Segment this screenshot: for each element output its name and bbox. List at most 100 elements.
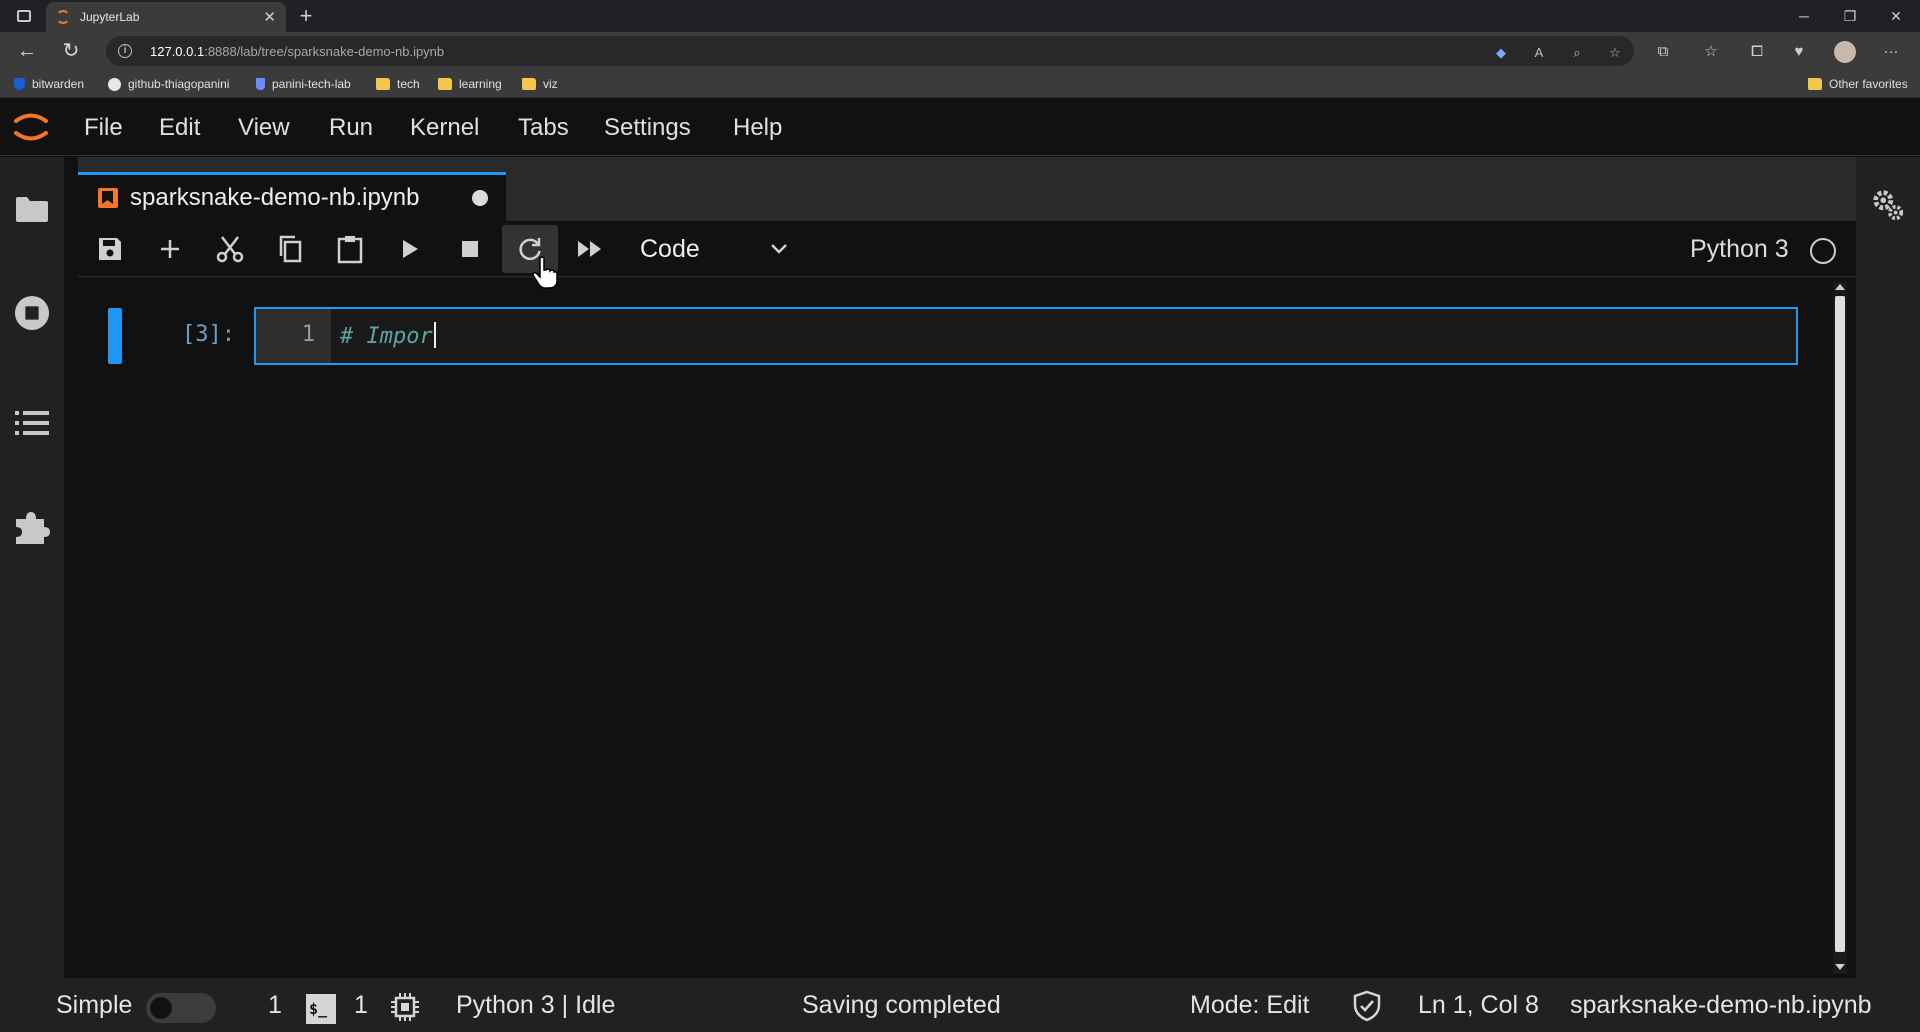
cell-input-prompt: [3]: [182, 322, 235, 347]
more-options-icon[interactable]: ··· [1880, 41, 1902, 63]
minimize-window-button[interactable]: ─ [1784, 4, 1824, 28]
url-path: :8888/lab/tree/sparksnake-demo-nb.ipynb [204, 43, 445, 59]
copy-cell-button[interactable] [262, 225, 318, 273]
bookmark-viz[interactable]: viz [522, 76, 558, 92]
plus-icon [161, 240, 179, 258]
folder-icon [16, 197, 48, 222]
kernel-idle-status-icon [1810, 238, 1836, 264]
save-icon [99, 238, 121, 260]
scroll-up-arrow-icon[interactable] [1835, 284, 1845, 290]
menu-help[interactable]: Help [733, 114, 782, 142]
cell-collapser[interactable] [108, 308, 122, 364]
zoom-icon[interactable]: ⌕ [1568, 44, 1586, 62]
list-icon [15, 411, 49, 435]
browser-toolbar: ← ↻ i 127.0.0.1 :8888/lab/tree/sparksnak… [0, 32, 1920, 70]
tab-actions-button[interactable] [12, 6, 36, 26]
bookmark-tech[interactable]: tech [376, 76, 420, 92]
kernels-count[interactable]: 1 [354, 991, 368, 1020]
terminals-count[interactable]: 1 [268, 991, 282, 1020]
main-dock-area: sparksnake-demo-nb.ipynb Code Python 3 [… [78, 157, 1856, 978]
property-inspector-tab[interactable] [1870, 187, 1906, 223]
menu-kernel[interactable]: Kernel [410, 114, 479, 142]
menu-view[interactable]: View [238, 114, 290, 142]
extensions-icon[interactable]: ⧉ [1652, 41, 1674, 63]
clipboard-icon [337, 236, 363, 264]
cut-cell-button[interactable] [202, 225, 258, 273]
line-number-gutter: 1 [256, 309, 331, 363]
add-favorite-icon[interactable]: ☆ [1606, 44, 1624, 62]
terminal-icon[interactable]: $_ [306, 994, 336, 1024]
interrupt-kernel-button[interactable] [442, 225, 498, 273]
running-sessions-tab[interactable] [14, 295, 50, 331]
close-window-button[interactable]: ✕ [1876, 4, 1916, 28]
scroll-down-arrow-icon[interactable] [1835, 964, 1845, 970]
file-browser-tab[interactable] [14, 191, 50, 227]
profile-avatar[interactable] [1834, 41, 1856, 63]
new-tab-button[interactable]: + [294, 3, 318, 29]
extension-manager-tab[interactable] [14, 509, 50, 545]
tag-extension-icon[interactable]: ◆ [1492, 44, 1510, 62]
bookmark-other-favorites[interactable]: Other favorites [1808, 76, 1908, 92]
document-tab-bar: sparksnake-demo-nb.ipynb [78, 157, 1856, 221]
save-button[interactable] [82, 225, 138, 273]
scrollbar-thumb[interactable] [1835, 296, 1845, 952]
github-icon [108, 77, 121, 91]
menu-settings[interactable]: Settings [604, 114, 691, 142]
status-bar: Simple 1 $_ 1 Python 3 | Idle Saving com… [0, 978, 1920, 1032]
notebook-panel[interactable]: [3]: 1 # Impor [78, 278, 1856, 978]
menu-file[interactable]: File [84, 114, 123, 142]
unsaved-changes-icon[interactable] [472, 190, 488, 206]
jupyter-favicon-icon [56, 10, 70, 24]
back-button[interactable]: ← [12, 37, 42, 65]
bookmark-panini-tech-lab[interactable]: panini-tech-lab [256, 76, 351, 92]
folder-icon [522, 78, 536, 90]
refresh-button[interactable]: ↻ [56, 37, 86, 65]
menu-run[interactable]: Run [329, 114, 373, 142]
address-bar[interactable]: i 127.0.0.1 :8888/lab/tree/sparksnake-de… [106, 36, 1634, 66]
restart-run-all-button[interactable] [562, 225, 618, 273]
browser-essentials-icon[interactable]: ♥ [1788, 41, 1810, 63]
kernel-chip-icon[interactable] [390, 992, 420, 1022]
favorites-icon[interactable]: ☆ [1700, 41, 1722, 63]
menu-edit[interactable]: Edit [159, 114, 200, 142]
kernel-name-button[interactable]: Python 3 [1690, 235, 1789, 264]
notebook-mode-text[interactable]: Mode: Edit [1190, 991, 1310, 1020]
line-number: 1 [301, 322, 315, 347]
jupyterlab-menubar: File Edit View Run Kernel Tabs Settings … [0, 98, 1920, 156]
cursor-position-text[interactable]: Ln 1, Col 8 [1418, 991, 1539, 1020]
jupyter-logo-icon [14, 113, 48, 141]
notebook-tab[interactable]: sparksnake-demo-nb.ipynb [78, 172, 506, 221]
bookmark-bitwarden[interactable]: bitwarden [14, 76, 84, 92]
gears-icon [1873, 190, 1904, 221]
browser-tab-jupyterlab[interactable]: JupyterLab ✕ [46, 2, 286, 32]
kernel-status-text[interactable]: Python 3 | Idle [456, 991, 615, 1020]
restore-window-button[interactable]: ❐ [1830, 4, 1870, 28]
collections-icon[interactable]: ⧠ [1746, 41, 1768, 63]
left-sidebar [0, 157, 64, 978]
site-info-icon[interactable]: i [118, 44, 132, 58]
table-of-contents-tab[interactable] [14, 405, 50, 441]
bookmark-github[interactable]: github-thiagopanini [108, 76, 229, 92]
bookmark-learning[interactable]: learning [438, 76, 502, 92]
folder-icon [438, 78, 452, 90]
stop-icon [462, 241, 478, 257]
hand-pointer-cursor-icon [532, 256, 558, 289]
run-cell-button[interactable] [382, 225, 438, 273]
status-file-name: sparksnake-demo-nb.ipynb [1570, 991, 1872, 1019]
paste-cell-button[interactable] [322, 225, 378, 273]
close-tab-icon[interactable]: ✕ [263, 8, 276, 26]
insert-cell-button[interactable] [142, 225, 198, 273]
bookmarks-bar: bitwarden github-thiagopanini panini-tec… [0, 70, 1920, 98]
simple-mode-toggle[interactable] [146, 993, 216, 1023]
simple-mode-label: Simple [56, 991, 133, 1019]
trusted-shield-icon[interactable] [1352, 990, 1382, 1022]
cell-code-text: # Impor [340, 322, 436, 349]
menu-tabs[interactable]: Tabs [518, 114, 569, 142]
code-cell-editor[interactable]: 1 # Impor [254, 307, 1798, 365]
stop-circle-icon [14, 295, 50, 331]
notebook-scrollbar[interactable] [1833, 282, 1847, 974]
folder-icon [376, 78, 390, 90]
read-aloud-icon[interactable]: A [1530, 44, 1548, 62]
cell-type-dropdown[interactable]: Code [630, 231, 798, 267]
bitwarden-icon [14, 78, 25, 90]
